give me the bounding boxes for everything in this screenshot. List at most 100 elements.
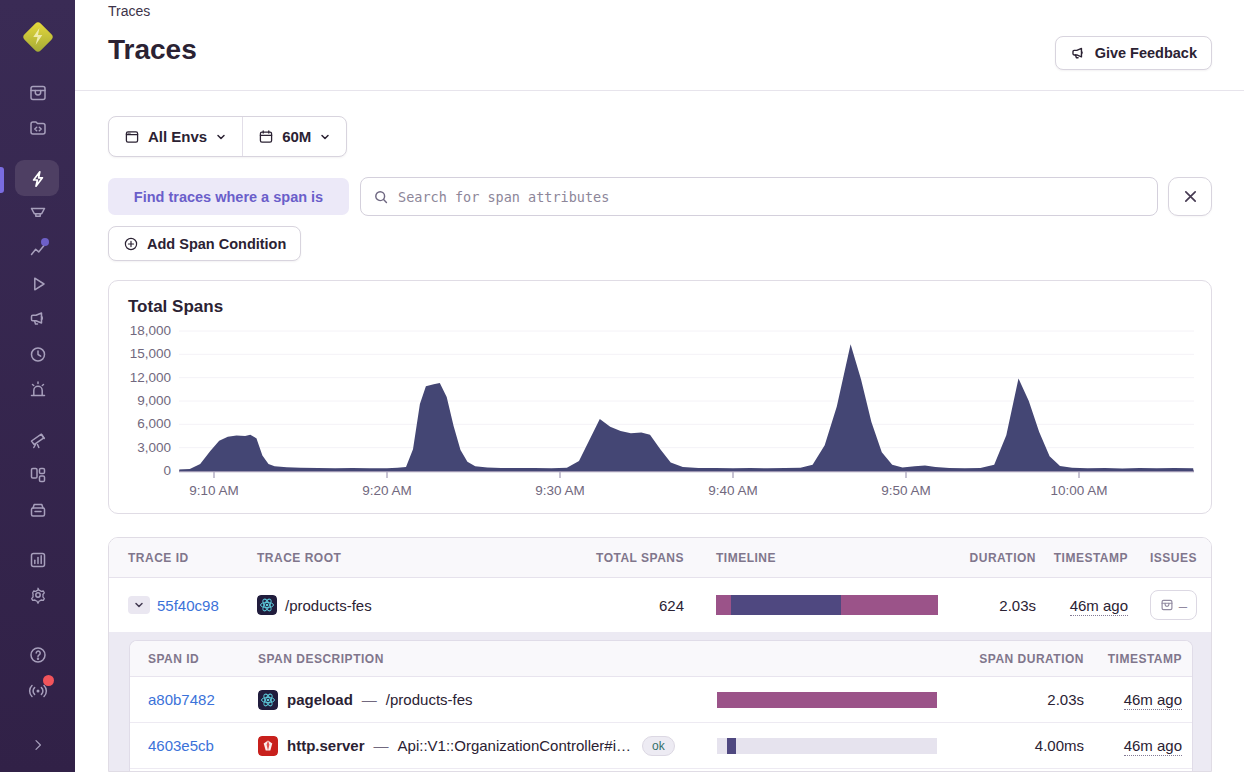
new-feature-dot [41,238,49,246]
col-span-description: SPAN DESCRIPTION [258,652,384,666]
sidebar-item-dashboards[interactable] [0,457,75,492]
span-row: 4603e5cb http.server — Api::V1::Organiza… [130,723,1192,769]
sidebar-item-settings[interactable] [0,577,75,612]
col-timeline: TIMELINE [716,551,938,565]
col-trace-root: TRACE ROOT [257,551,564,565]
span-search-input[interactable] [398,189,1145,205]
trace-root-name[interactable]: /products-fes [285,597,372,614]
clear-search-button[interactable] [1168,177,1212,216]
filter-bar: All Envs 60M [108,116,347,157]
svg-text:3,000: 3,000 [137,440,171,455]
give-feedback-button[interactable]: Give Feedback [1055,36,1212,70]
svg-text:9:10 AM: 9:10 AM [189,483,239,498]
sidebar-item-alerts[interactable] [0,371,75,406]
sidebar-item-stats[interactable] [0,542,75,577]
header-divider [75,90,1244,91]
react-icon [257,595,277,615]
trace-issues-button[interactable]: – [1150,590,1197,620]
sidebar-item-explore-traces[interactable] [0,161,75,196]
spans-table: SPAN ID SPAN DESCRIPTION SPAN DURATION T… [129,640,1193,772]
trace-timestamp[interactable]: 46m ago [1070,597,1128,616]
sidebar [0,0,75,772]
col-duration: DURATION [938,551,1036,565]
issues-icon [1160,598,1174,612]
col-total-spans: TOTAL SPANS [564,551,684,565]
svg-text:12,000: 12,000 [130,370,171,385]
svg-text:9:20 AM: 9:20 AM [362,483,412,498]
sidebar-item-discover[interactable] [0,422,75,457]
svg-text:10:00 AM: 10:00 AM [1050,483,1107,498]
svg-text:9,000: 9,000 [137,393,171,408]
span-id-link[interactable]: a80b7482 [148,691,215,708]
col-issues: ISSUES [1128,551,1197,565]
sidebar-item-crons[interactable] [0,336,75,371]
sidebar-item-feedback[interactable] [0,301,75,336]
span-timestamp[interactable]: 46m ago [1124,691,1182,710]
span-duration: 4.00ms [939,737,1084,754]
total-spans-value: 624 [564,597,684,614]
svg-text:9:50 AM: 9:50 AM [881,483,931,498]
sidebar-item-projects[interactable] [0,110,75,145]
trace-row: 55f40c98 /products-fes 624 2.03s 46m ago… [109,578,1211,632]
environment-filter[interactable]: All Envs [109,117,242,156]
chevron-down-icon [215,131,227,143]
close-icon [1183,189,1198,204]
span-op: pageload [287,691,353,708]
traces-table-header: TRACE ID TRACE ROOT TOTAL SPANS TIMELINE… [109,538,1211,578]
time-range-filter[interactable]: 60M [243,117,346,156]
span-description: Api::V1::OrganizationController#i… [398,737,631,754]
window-icon [124,129,140,145]
span-duration-bar [717,692,937,708]
span-op: http.server [287,737,365,754]
col-span-timestamp: TIMESTAMP [1084,652,1182,666]
react-icon [258,690,278,710]
sentry-logo[interactable] [18,17,58,57]
col-span-duration: SPAN DURATION [939,652,1084,666]
sidebar-item-replays[interactable] [0,266,75,301]
whats-new-button[interactable] [0,672,75,707]
trace-search-label: Find traces where a span is [108,178,349,215]
main-content: Traces Traces Give Feedback All Envs 60M… [75,0,1244,772]
issues-dash: – [1179,597,1187,614]
total-spans-area-chart[interactable]: 9:10 AM 9:20 AM 9:30 AM 9:40 AM 9:50 AM 10:00… [109,281,1211,513]
span-description: /products-fes [386,691,473,708]
svg-text:9:30 AM: 9:30 AM [535,483,585,498]
svg-text:0: 0 [163,463,171,478]
svg-text:9:40 AM: 9:40 AM [708,483,758,498]
span-duration: 2.03s [939,691,1084,708]
svg-text:18,000: 18,000 [130,323,171,338]
collapse-trace-button[interactable] [128,596,150,614]
trace-timeline-bar[interactable] [716,595,938,615]
chevron-down-icon [319,131,331,143]
ruby-icon [258,736,278,756]
col-span-id: SPAN ID [130,652,258,666]
span-duration-bar [717,738,937,754]
col-timestamp: TIMESTAMP [1036,551,1128,565]
trace-duration: 2.03s [938,597,1036,614]
span-search-box[interactable] [360,177,1158,216]
span-id-link[interactable]: 4603e5cb [148,737,214,754]
calendar-icon [258,129,274,145]
span-row: a80b7482 pageload — /products-fes 2.03s … [130,677,1192,723]
col-trace-id: TRACE ID [109,551,257,565]
span-timestamp[interactable]: 46m ago [1124,737,1182,756]
megaphone-icon [1070,45,1087,62]
trace-id-link[interactable]: 55f40c98 [157,597,219,614]
svg-text:6,000: 6,000 [137,416,171,431]
notification-dot [43,675,54,686]
search-icon [373,189,389,205]
trace-expanded-section: SPAN ID SPAN DESCRIPTION SPAN DURATION T… [109,632,1211,772]
breadcrumb[interactable]: Traces [108,3,150,19]
span-status-badge: ok [642,736,675,756]
page-title: Traces [108,34,197,66]
sidebar-item-insights[interactable] [0,196,75,231]
add-span-condition-button[interactable]: Add Span Condition [108,226,301,261]
total-spans-chart-panel: Total Spans 9:10 AM9:20 AM9:30 AM9:40 AM… [108,280,1212,514]
svg-text:15,000: 15,000 [130,346,171,361]
plus-circle-icon [123,236,139,252]
sidebar-item-metrics[interactable] [0,231,75,266]
sidebar-collapse-button[interactable] [0,727,75,762]
sidebar-item-issues[interactable] [0,75,75,110]
help-button[interactable] [0,637,75,672]
sidebar-item-releases[interactable] [0,492,75,527]
